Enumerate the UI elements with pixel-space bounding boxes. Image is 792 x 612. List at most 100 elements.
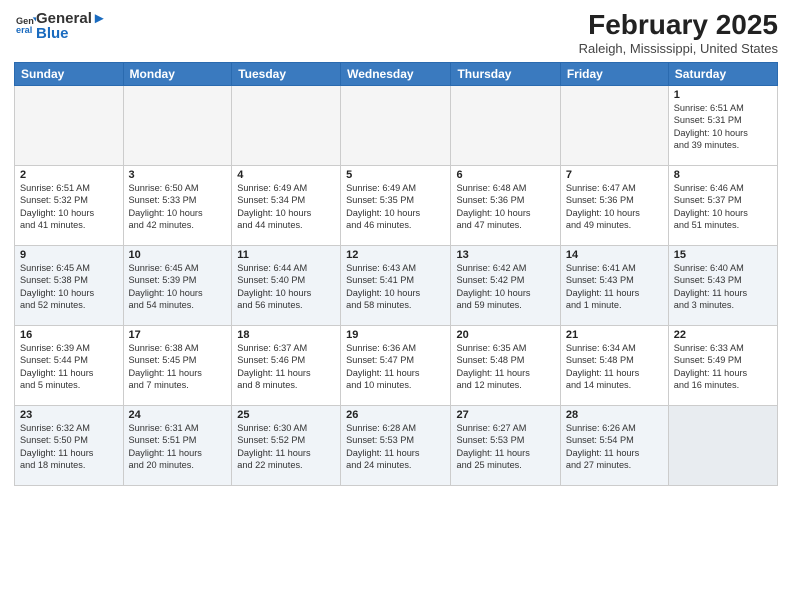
header: Gen eral General► Blue February 2025 Ral… xyxy=(14,10,778,56)
day-number: 18 xyxy=(237,329,335,341)
day-info: Sunrise: 6:49 AM Sunset: 5:34 PM Dayligh… xyxy=(237,182,335,232)
day-info: Sunrise: 6:30 AM Sunset: 5:52 PM Dayligh… xyxy=(237,422,335,472)
calendar-cell: 17Sunrise: 6:38 AM Sunset: 5:45 PM Dayli… xyxy=(123,325,232,405)
calendar-week-row: 16Sunrise: 6:39 AM Sunset: 5:44 PM Dayli… xyxy=(15,325,778,405)
day-number: 13 xyxy=(456,249,554,261)
day-number: 25 xyxy=(237,409,335,421)
day-number: 5 xyxy=(346,169,445,181)
day-number: 4 xyxy=(237,169,335,181)
day-info: Sunrise: 6:49 AM Sunset: 5:35 PM Dayligh… xyxy=(346,182,445,232)
calendar-cell: 24Sunrise: 6:31 AM Sunset: 5:51 PM Dayli… xyxy=(123,405,232,485)
day-info: Sunrise: 6:37 AM Sunset: 5:46 PM Dayligh… xyxy=(237,342,335,392)
calendar-cell: 10Sunrise: 6:45 AM Sunset: 5:39 PM Dayli… xyxy=(123,245,232,325)
day-info: Sunrise: 6:35 AM Sunset: 5:48 PM Dayligh… xyxy=(456,342,554,392)
calendar-cell xyxy=(560,85,668,165)
calendar-cell: 6Sunrise: 6:48 AM Sunset: 5:36 PM Daylig… xyxy=(451,165,560,245)
col-friday: Friday xyxy=(560,62,668,85)
calendar-page: Gen eral General► Blue February 2025 Ral… xyxy=(0,0,792,612)
calendar-cell: 25Sunrise: 6:30 AM Sunset: 5:52 PM Dayli… xyxy=(232,405,341,485)
day-info: Sunrise: 6:40 AM Sunset: 5:43 PM Dayligh… xyxy=(674,262,772,312)
calendar-cell: 27Sunrise: 6:27 AM Sunset: 5:53 PM Dayli… xyxy=(451,405,560,485)
calendar-cell: 28Sunrise: 6:26 AM Sunset: 5:54 PM Dayli… xyxy=(560,405,668,485)
calendar-cell xyxy=(668,405,777,485)
day-number: 3 xyxy=(129,169,227,181)
day-info: Sunrise: 6:36 AM Sunset: 5:47 PM Dayligh… xyxy=(346,342,445,392)
calendar-cell: 16Sunrise: 6:39 AM Sunset: 5:44 PM Dayli… xyxy=(15,325,124,405)
calendar-header-row: Sunday Monday Tuesday Wednesday Thursday… xyxy=(15,62,778,85)
day-number: 27 xyxy=(456,409,554,421)
svg-text:eral: eral xyxy=(16,25,32,34)
day-number: 17 xyxy=(129,329,227,341)
day-number: 23 xyxy=(20,409,118,421)
day-info: Sunrise: 6:45 AM Sunset: 5:39 PM Dayligh… xyxy=(129,262,227,312)
day-number: 19 xyxy=(346,329,445,341)
logo: Gen eral General► Blue xyxy=(14,10,107,42)
day-info: Sunrise: 6:45 AM Sunset: 5:38 PM Dayligh… xyxy=(20,262,118,312)
day-info: Sunrise: 6:38 AM Sunset: 5:45 PM Dayligh… xyxy=(129,342,227,392)
day-info: Sunrise: 6:50 AM Sunset: 5:33 PM Dayligh… xyxy=(129,182,227,232)
day-info: Sunrise: 6:51 AM Sunset: 5:32 PM Dayligh… xyxy=(20,182,118,232)
day-number: 24 xyxy=(129,409,227,421)
day-number: 16 xyxy=(20,329,118,341)
calendar-week-row: 9Sunrise: 6:45 AM Sunset: 5:38 PM Daylig… xyxy=(15,245,778,325)
day-info: Sunrise: 6:32 AM Sunset: 5:50 PM Dayligh… xyxy=(20,422,118,472)
day-number: 12 xyxy=(346,249,445,261)
day-number: 20 xyxy=(456,329,554,341)
calendar-cell: 9Sunrise: 6:45 AM Sunset: 5:38 PM Daylig… xyxy=(15,245,124,325)
logo-icon: Gen eral xyxy=(16,14,36,34)
calendar-cell: 5Sunrise: 6:49 AM Sunset: 5:35 PM Daylig… xyxy=(341,165,451,245)
calendar-cell: 20Sunrise: 6:35 AM Sunset: 5:48 PM Dayli… xyxy=(451,325,560,405)
calendar-cell: 26Sunrise: 6:28 AM Sunset: 5:53 PM Dayli… xyxy=(341,405,451,485)
title-block: February 2025 Raleigh, Mississippi, Unit… xyxy=(579,10,778,56)
calendar-table: Sunday Monday Tuesday Wednesday Thursday… xyxy=(14,62,778,486)
col-wednesday: Wednesday xyxy=(341,62,451,85)
day-info: Sunrise: 6:42 AM Sunset: 5:42 PM Dayligh… xyxy=(456,262,554,312)
day-number: 7 xyxy=(566,169,663,181)
day-number: 26 xyxy=(346,409,445,421)
day-info: Sunrise: 6:31 AM Sunset: 5:51 PM Dayligh… xyxy=(129,422,227,472)
day-number: 15 xyxy=(674,249,772,261)
day-number: 11 xyxy=(237,249,335,261)
calendar-cell: 23Sunrise: 6:32 AM Sunset: 5:50 PM Dayli… xyxy=(15,405,124,485)
calendar-cell xyxy=(451,85,560,165)
day-info: Sunrise: 6:27 AM Sunset: 5:53 PM Dayligh… xyxy=(456,422,554,472)
calendar-cell: 15Sunrise: 6:40 AM Sunset: 5:43 PM Dayli… xyxy=(668,245,777,325)
day-number: 10 xyxy=(129,249,227,261)
logo-swoosh: ► xyxy=(92,10,107,27)
calendar-week-row: 23Sunrise: 6:32 AM Sunset: 5:50 PM Dayli… xyxy=(15,405,778,485)
calendar-cell: 1Sunrise: 6:51 AM Sunset: 5:31 PM Daylig… xyxy=(668,85,777,165)
day-info: Sunrise: 6:34 AM Sunset: 5:48 PM Dayligh… xyxy=(566,342,663,392)
day-number: 14 xyxy=(566,249,663,261)
calendar-cell: 22Sunrise: 6:33 AM Sunset: 5:49 PM Dayli… xyxy=(668,325,777,405)
day-info: Sunrise: 6:51 AM Sunset: 5:31 PM Dayligh… xyxy=(674,102,772,152)
calendar-cell: 2Sunrise: 6:51 AM Sunset: 5:32 PM Daylig… xyxy=(15,165,124,245)
calendar-cell: 11Sunrise: 6:44 AM Sunset: 5:40 PM Dayli… xyxy=(232,245,341,325)
day-number: 22 xyxy=(674,329,772,341)
day-number: 21 xyxy=(566,329,663,341)
day-number: 28 xyxy=(566,409,663,421)
calendar-cell: 14Sunrise: 6:41 AM Sunset: 5:43 PM Dayli… xyxy=(560,245,668,325)
sub-title: Raleigh, Mississippi, United States xyxy=(579,41,778,56)
calendar-cell xyxy=(232,85,341,165)
calendar-week-row: 1Sunrise: 6:51 AM Sunset: 5:31 PM Daylig… xyxy=(15,85,778,165)
day-info: Sunrise: 6:46 AM Sunset: 5:37 PM Dayligh… xyxy=(674,182,772,232)
calendar-cell xyxy=(341,85,451,165)
day-info: Sunrise: 6:41 AM Sunset: 5:43 PM Dayligh… xyxy=(566,262,663,312)
day-number: 9 xyxy=(20,249,118,261)
calendar-cell: 13Sunrise: 6:42 AM Sunset: 5:42 PM Dayli… xyxy=(451,245,560,325)
calendar-cell: 3Sunrise: 6:50 AM Sunset: 5:33 PM Daylig… xyxy=(123,165,232,245)
calendar-cell xyxy=(15,85,124,165)
calendar-cell: 19Sunrise: 6:36 AM Sunset: 5:47 PM Dayli… xyxy=(341,325,451,405)
day-number: 2 xyxy=(20,169,118,181)
col-tuesday: Tuesday xyxy=(232,62,341,85)
day-info: Sunrise: 6:47 AM Sunset: 5:36 PM Dayligh… xyxy=(566,182,663,232)
col-monday: Monday xyxy=(123,62,232,85)
calendar-cell: 8Sunrise: 6:46 AM Sunset: 5:37 PM Daylig… xyxy=(668,165,777,245)
col-thursday: Thursday xyxy=(451,62,560,85)
calendar-cell: 21Sunrise: 6:34 AM Sunset: 5:48 PM Dayli… xyxy=(560,325,668,405)
day-number: 8 xyxy=(674,169,772,181)
day-info: Sunrise: 6:43 AM Sunset: 5:41 PM Dayligh… xyxy=(346,262,445,312)
col-sunday: Sunday xyxy=(15,62,124,85)
calendar-cell: 12Sunrise: 6:43 AM Sunset: 5:41 PM Dayli… xyxy=(341,245,451,325)
day-info: Sunrise: 6:48 AM Sunset: 5:36 PM Dayligh… xyxy=(456,182,554,232)
